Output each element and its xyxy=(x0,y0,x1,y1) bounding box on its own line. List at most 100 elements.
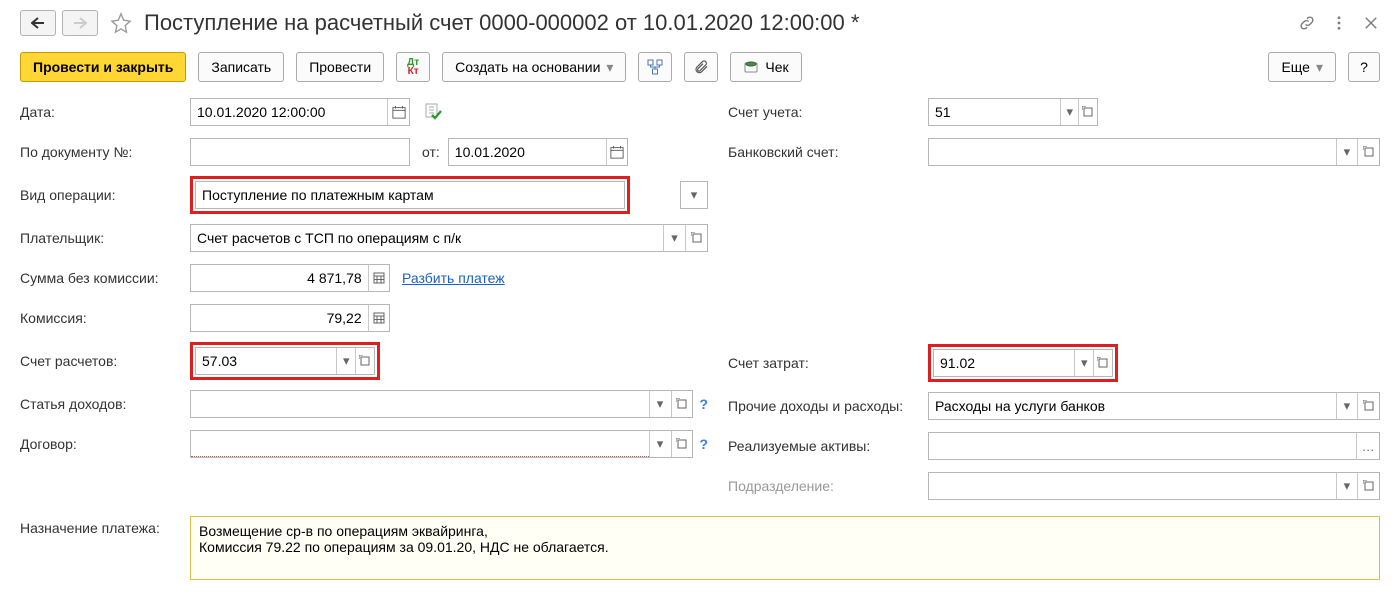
open-icon[interactable] xyxy=(355,348,374,374)
cost-acc-input[interactable] xyxy=(934,350,1074,376)
date-input[interactable] xyxy=(191,99,387,125)
close-icon[interactable] xyxy=(1362,14,1380,32)
ellipsis-icon[interactable]: … xyxy=(1356,433,1379,459)
doc-from-input[interactable] xyxy=(449,139,606,165)
contract-label: Договор: xyxy=(20,436,190,452)
bank-acc-input[interactable] xyxy=(929,139,1336,165)
more-button[interactable]: Еще ▾ xyxy=(1268,52,1336,82)
settlement-acc-highlight: ▾ xyxy=(190,342,380,380)
date-field[interactable] xyxy=(190,98,410,126)
income-field[interactable]: ▾ xyxy=(190,390,693,418)
acct-acc-label: Счет учета: xyxy=(728,104,928,120)
income-label: Статья доходов: xyxy=(20,396,190,412)
doc-from-field[interactable] xyxy=(448,138,628,166)
attach-button[interactable] xyxy=(684,52,718,82)
dtkt-icon: ДтКт xyxy=(407,58,419,76)
other-input[interactable] xyxy=(929,393,1336,419)
open-icon[interactable] xyxy=(671,431,693,457)
receipt-icon xyxy=(743,59,759,75)
doc-num-input[interactable] xyxy=(191,139,409,165)
chevron-down-icon[interactable]: ▾ xyxy=(649,391,671,417)
help-hint-icon[interactable]: ? xyxy=(699,436,708,452)
chevron-down-icon[interactable]: ▾ xyxy=(1074,350,1093,376)
chevron-down-icon: ▾ xyxy=(606,59,613,76)
payer-field[interactable]: ▾ xyxy=(190,224,708,252)
op-type-input[interactable] xyxy=(196,182,624,208)
doc-num-field[interactable] xyxy=(190,138,410,166)
more-vertical-icon[interactable] xyxy=(1330,14,1348,32)
acct-acc-input[interactable] xyxy=(929,99,1060,125)
memo-label: Назначение платежа: xyxy=(20,516,190,580)
contract-field[interactable]: ▾ xyxy=(190,430,693,458)
help-button[interactable]: ? xyxy=(1348,52,1380,82)
arrow-right-icon xyxy=(73,17,87,29)
create-based-on-button[interactable]: Создать на основании ▾ xyxy=(442,52,626,82)
write-button[interactable]: Записать xyxy=(198,52,284,82)
chevron-down-icon[interactable]: ▾ xyxy=(1060,99,1079,125)
settlement-acc-input[interactable] xyxy=(196,348,336,374)
open-icon[interactable] xyxy=(1093,350,1112,376)
structure-button[interactable] xyxy=(638,52,672,82)
chevron-down-icon[interactable]: ▾ xyxy=(681,182,707,208)
nav-forward-button[interactable] xyxy=(62,10,98,36)
chevron-down-icon[interactable]: ▾ xyxy=(663,225,685,251)
open-icon[interactable] xyxy=(1357,473,1379,499)
other-label: Прочие доходы и расходы: xyxy=(728,398,928,414)
chevron-down-icon[interactable]: ▾ xyxy=(1336,139,1358,165)
cost-acc-label: Счет затрат: xyxy=(728,355,928,371)
assets-input[interactable] xyxy=(929,433,1356,459)
op-type-dropdown[interactable]: ▾ xyxy=(680,181,708,209)
chevron-down-icon[interactable]: ▾ xyxy=(1336,393,1358,419)
chevron-down-icon[interactable]: ▾ xyxy=(336,348,355,374)
dept-input[interactable] xyxy=(929,473,1336,499)
calculator-icon[interactable] xyxy=(368,305,389,331)
doc-from-label: от: xyxy=(422,144,440,160)
contract-input[interactable] xyxy=(191,431,649,457)
assets-field[interactable]: … xyxy=(928,432,1380,460)
cost-acc-highlight: ▾ xyxy=(928,344,1118,382)
link-icon[interactable] xyxy=(1298,14,1316,32)
settlement-acc-field[interactable]: ▾ xyxy=(195,347,375,375)
favorite-star-icon[interactable] xyxy=(110,12,132,34)
acct-acc-field[interactable]: ▾ xyxy=(928,98,1098,126)
paperclip-icon xyxy=(693,59,709,75)
cost-acc-field[interactable]: ▾ xyxy=(933,349,1113,377)
open-icon[interactable] xyxy=(1357,139,1379,165)
posted-status-icon xyxy=(424,102,442,123)
open-icon[interactable] xyxy=(671,391,693,417)
dept-field[interactable]: ▾ xyxy=(928,472,1380,500)
income-input[interactable] xyxy=(191,391,649,417)
dtkt-button[interactable]: ДтКт xyxy=(396,52,430,82)
dept-label: Подразделение: xyxy=(728,478,928,494)
chevron-down-icon: ▾ xyxy=(1316,59,1323,76)
sum-input[interactable] xyxy=(191,265,368,291)
commission-field[interactable] xyxy=(190,304,390,332)
chevron-down-icon[interactable]: ▾ xyxy=(1336,473,1358,499)
check-button[interactable]: Чек xyxy=(730,52,801,82)
split-payment-link[interactable]: Разбить платеж xyxy=(402,270,505,286)
commission-input[interactable] xyxy=(191,305,368,331)
help-hint-icon[interactable]: ? xyxy=(699,396,708,412)
chevron-down-icon[interactable]: ▾ xyxy=(649,431,671,457)
open-icon[interactable] xyxy=(1357,393,1379,419)
calculator-icon[interactable] xyxy=(368,265,389,291)
date-label: Дата: xyxy=(20,104,190,120)
post-and-close-button[interactable]: Провести и закрыть xyxy=(20,52,186,82)
arrow-left-icon xyxy=(31,17,45,29)
payer-input[interactable] xyxy=(191,225,663,251)
bank-acc-label: Банковский счет: xyxy=(728,144,928,160)
settlement-acc-label: Счет расчетов: xyxy=(20,353,190,369)
op-type-highlight xyxy=(190,176,630,214)
other-field[interactable]: ▾ xyxy=(928,392,1380,420)
calendar-icon[interactable] xyxy=(387,99,409,125)
nav-back-button[interactable] xyxy=(20,10,56,36)
sum-field[interactable] xyxy=(190,264,390,292)
open-icon[interactable] xyxy=(1078,99,1097,125)
payment-memo[interactable] xyxy=(190,516,1380,580)
op-type-field[interactable] xyxy=(195,181,625,209)
bank-acc-field[interactable]: ▾ xyxy=(928,138,1380,166)
open-icon[interactable] xyxy=(685,225,707,251)
sum-label: Сумма без комиссии: xyxy=(20,270,190,286)
post-button[interactable]: Провести xyxy=(296,52,384,82)
calendar-icon[interactable] xyxy=(606,139,627,165)
